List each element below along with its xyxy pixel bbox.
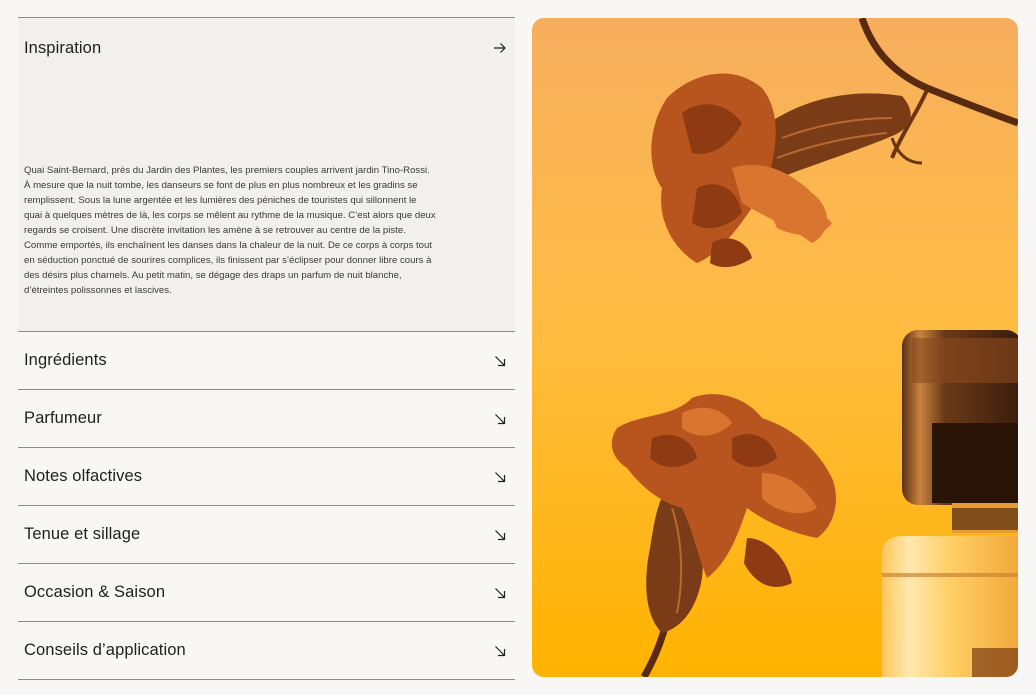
product-details-accordion: Inspiration Quai Saint-Bernard, près du …	[18, 17, 515, 680]
accordion-header-inspiration[interactable]: Inspiration	[18, 18, 515, 78]
accordion-title: Tenue et sillage	[24, 525, 141, 543]
accordion-header-longevity-sillage[interactable]: Tenue et sillage	[18, 506, 515, 563]
accordion-header-application-tips[interactable]: Conseils d’application	[18, 622, 515, 679]
accordion-title: Conseils d’application	[24, 641, 186, 659]
inspiration-text: Quai Saint-Bernard, près du Jardin des P…	[24, 165, 436, 296]
accordion-title: Inspiration	[24, 38, 102, 57]
accordion-title: Occasion & Saison	[24, 583, 166, 601]
accordion-header-ingredients[interactable]: Ingrédients	[18, 332, 515, 389]
arrow-down-right-icon	[492, 469, 508, 485]
accordion-title: Notes olfactives	[24, 467, 143, 485]
accordion-item-inspiration: Inspiration Quai Saint-Bernard, près du …	[18, 18, 515, 332]
accordion-title: Ingrédients	[24, 351, 107, 369]
arrow-down-right-icon	[492, 643, 508, 659]
accordion-item-perfumer: Parfumeur	[18, 390, 515, 448]
arrow-right-icon	[492, 40, 508, 56]
arrow-down-right-icon	[492, 353, 508, 369]
accordion-item-olfactory-notes: Notes olfactives	[18, 448, 515, 506]
arrow-down-right-icon	[492, 585, 508, 601]
accordion-title: Parfumeur	[24, 409, 102, 427]
accordion-header-olfactory-notes[interactable]: Notes olfactives	[18, 448, 515, 505]
accordion-header-perfumer[interactable]: Parfumeur	[18, 390, 515, 447]
arrow-down-right-icon	[492, 527, 508, 543]
accordion-item-application-tips: Conseils d’application	[18, 622, 515, 680]
accordion-item-longevity-sillage: Tenue et sillage	[18, 506, 515, 564]
accordion-item-ingredients: Ingrédients	[18, 332, 515, 390]
accordion-item-occasion-season: Occasion & Saison	[18, 564, 515, 622]
carnation-perfume-image	[532, 18, 1018, 677]
accordion-header-occasion-season[interactable]: Occasion & Saison	[18, 564, 515, 621]
arrow-down-right-icon	[492, 411, 508, 427]
product-photo	[532, 18, 1018, 677]
